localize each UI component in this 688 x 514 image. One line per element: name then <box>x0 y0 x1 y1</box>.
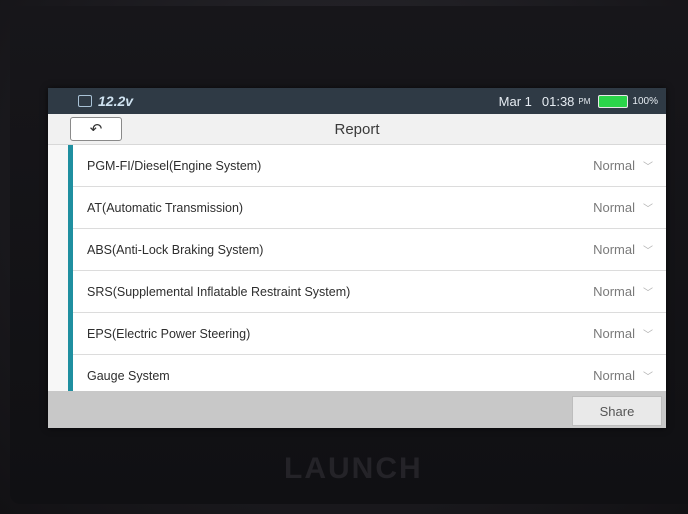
list-item[interactable]: AT(Automatic Transmission) Normal ﹀ <box>73 187 666 229</box>
list-item[interactable]: EPS(Electric Power Steering) Normal ﹀ <box>73 313 666 355</box>
chevron-down-icon[interactable]: ﹀ <box>643 242 653 257</box>
list-item[interactable]: PGM-FI/Diesel(Engine System) Normal ﹀ <box>73 145 666 187</box>
system-status: Normal <box>593 284 635 299</box>
system-name: PGM-FI/Diesel(Engine System) <box>87 158 262 173</box>
system-status: Normal <box>593 200 635 215</box>
chevron-down-icon[interactable]: ﹀ <box>643 326 653 341</box>
status-ampm: PM <box>578 96 591 106</box>
battery-icon <box>598 94 629 108</box>
back-button[interactable]: ↶ <box>70 117 122 141</box>
system-status: Normal <box>593 242 635 257</box>
chevron-down-icon[interactable]: ﹀ <box>643 284 653 299</box>
chevron-down-icon[interactable]: ﹀ <box>643 158 653 173</box>
system-name: SRS(Supplemental Inflatable Restraint Sy… <box>87 284 351 299</box>
system-status: Normal <box>593 368 635 383</box>
system-name: Gauge System <box>87 368 170 383</box>
chevron-down-icon[interactable]: ﹀ <box>643 368 653 383</box>
title-bar: ↶ Report <box>48 114 666 145</box>
report-list: PGM-FI/Diesel(Engine System) Normal ﹀ AT… <box>68 145 666 397</box>
page-title: Report <box>334 120 380 138</box>
status-date: Mar 1 <box>498 93 532 109</box>
battery-percent: 100% <box>632 95 658 107</box>
device-screen: 12.2v Mar 1 01:38 PM 100% ↶ Report PGM-F… <box>48 88 666 428</box>
footer-bar: Share <box>48 391 666 428</box>
share-button[interactable]: Share <box>572 396 662 426</box>
status-time: 01:38 <box>541 93 575 109</box>
list-item[interactable]: ABS(Anti-Lock Braking System) Normal ﹀ <box>73 229 666 271</box>
chevron-down-icon[interactable]: ﹀ <box>643 200 653 215</box>
system-name: AT(Automatic Transmission) <box>87 200 244 215</box>
status-bar: 12.2v Mar 1 01:38 PM 100% <box>48 88 666 114</box>
system-name: ABS(Anti-Lock Braking System) <box>87 242 264 257</box>
device-brand-logo: LAUNCH <box>284 452 423 485</box>
system-status: Normal <box>593 326 635 341</box>
vehicle-battery-icon <box>78 95 92 107</box>
system-status: Normal <box>593 158 635 173</box>
back-arrow-icon: ↶ <box>89 121 103 138</box>
list-item[interactable]: SRS(Supplemental Inflatable Restraint Sy… <box>73 271 666 313</box>
voltage-readout: 12.2v <box>98 93 134 109</box>
system-name: EPS(Electric Power Steering) <box>87 326 251 341</box>
